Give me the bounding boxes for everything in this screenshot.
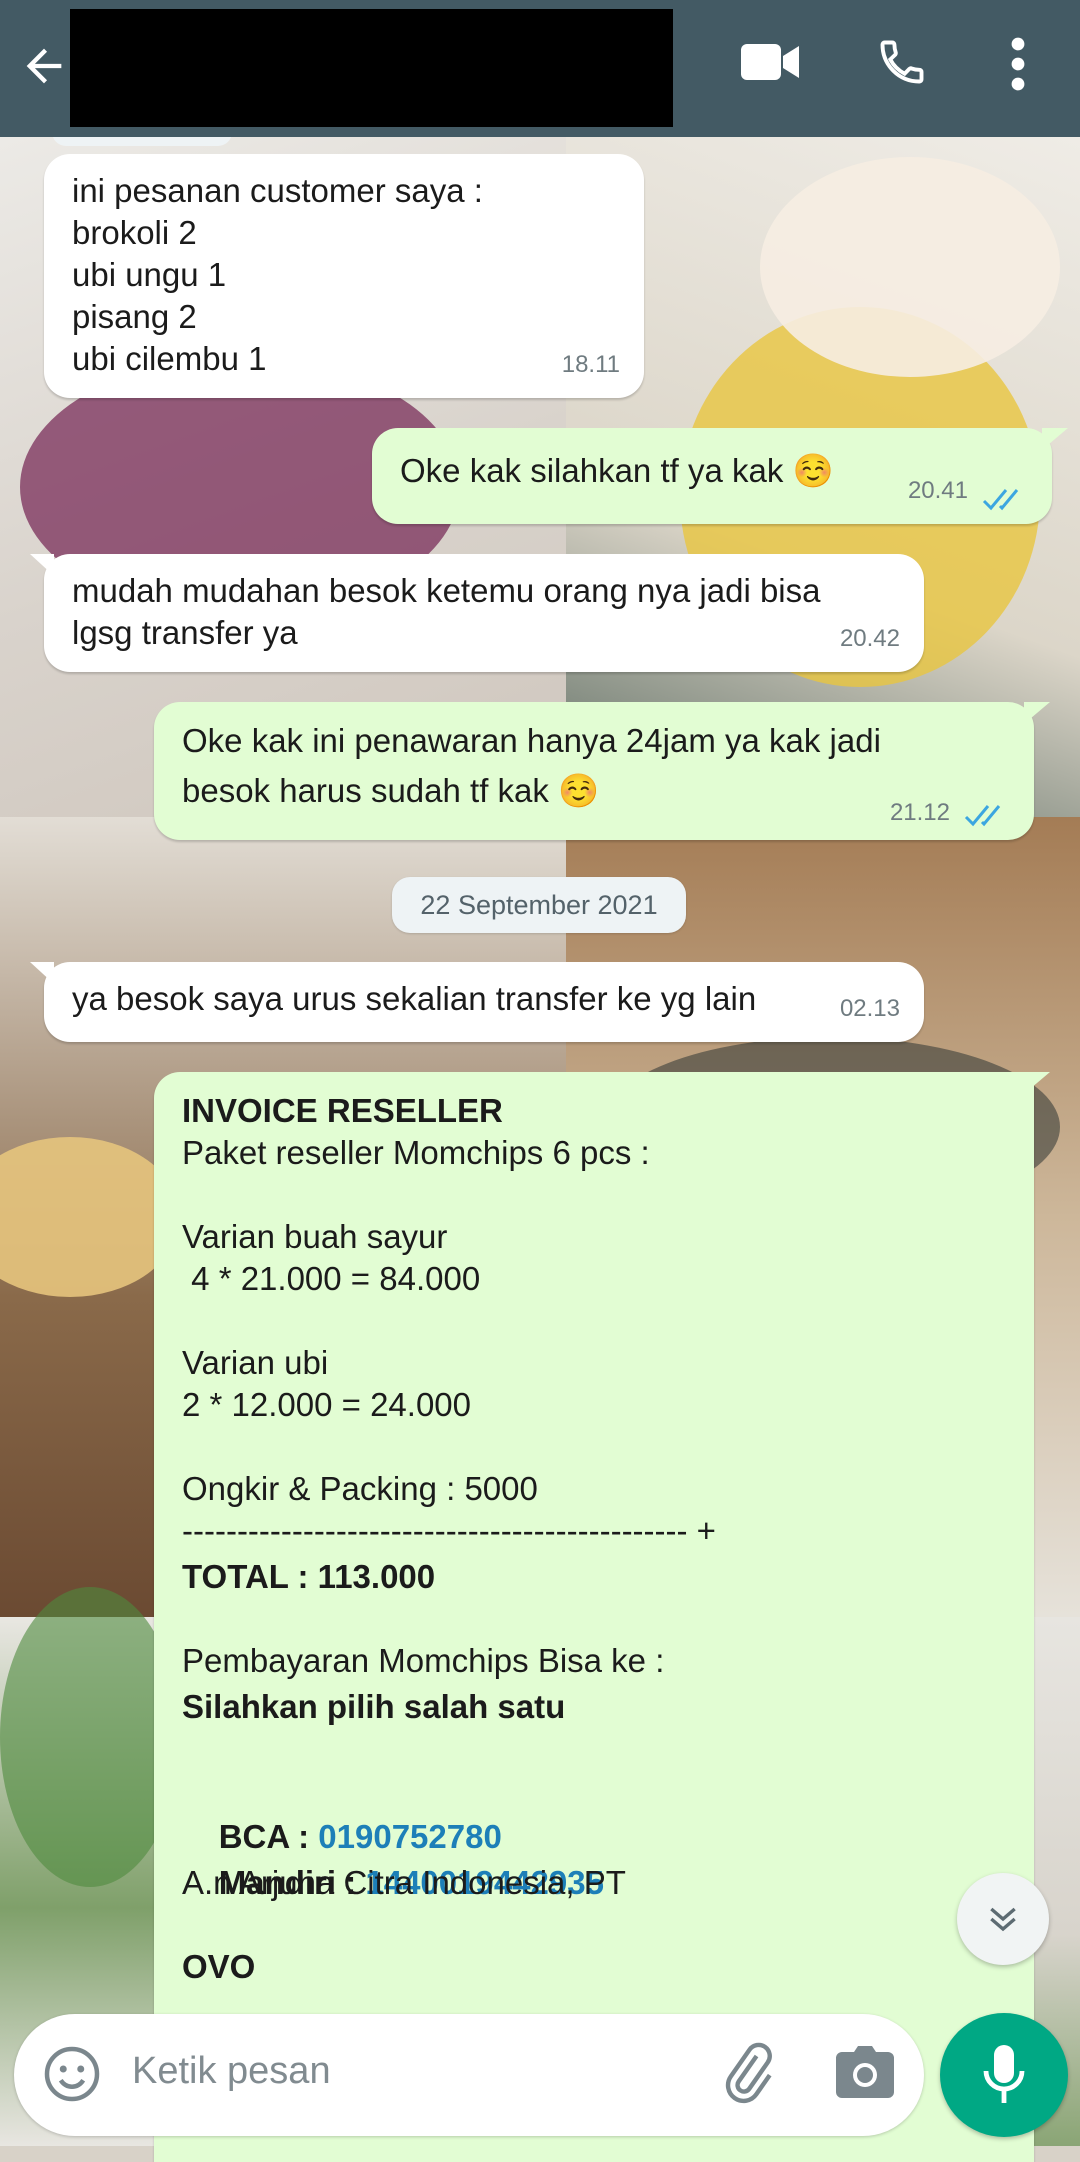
message-bubble-incoming[interactable]: ya besok saya urus sekalian transfer ke … — [30, 962, 924, 1042]
invoice-variant-label: Varian ubi — [182, 1344, 329, 1381]
bca-label: BCA : — [218, 1818, 319, 1855]
read-receipt-icon — [964, 805, 1001, 827]
invoice-message[interactable]: INVOICE RESELLER Paket reseller Momchips… — [154, 1072, 1050, 2162]
message-text: mudah mudahan besok ketemu orang nya jad… — [72, 572, 821, 651]
read-receipt-icon — [982, 489, 1019, 511]
invoice-choose: Silahkan pilih salah satu — [182, 1688, 566, 1725]
message-text: ya besok saya urus sekalian transfer ke … — [72, 980, 757, 1017]
invoice-payment-intro: Pembayaran Momchips Bisa ke : — [182, 1642, 665, 1679]
phone-icon[interactable] — [876, 34, 928, 90]
invoice-account-name: A.n Arjuna Citra Indonesia, PT — [182, 1864, 626, 1901]
invoice-variant-calc: 2 * 12.000 = 24.000 — [182, 1386, 472, 1423]
invoice-separator: ----------------------------------------… — [182, 1512, 716, 1549]
chat-header — [0, 0, 1080, 137]
microphone-icon — [983, 2045, 1025, 2103]
bca-number-link[interactable]: 0190752780 — [318, 1818, 502, 1855]
invoice-package: Paket reseller Momchips 6 pcs : — [182, 1134, 650, 1171]
message-bubble-incoming[interactable]: mudah mudahan besok ketemu orang nya jad… — [30, 554, 924, 672]
message-time: 21.12 — [889, 799, 950, 826]
message-time: 20.42 — [839, 625, 900, 652]
double-chevron-down-icon — [990, 1907, 1016, 1932]
message-time: 18.11 — [561, 351, 620, 378]
scroll-down-button[interactable] — [957, 1873, 1049, 1965]
invoice-bca: BCA : 0190752780 — [182, 1774, 1006, 1855]
invoice-ovo: OVO — [182, 1948, 256, 1985]
message-text: ini pesanan customer saya : brokoli 2 ub… — [72, 172, 483, 377]
invoice-variant-label: Varian buah sayur — [182, 1218, 448, 1255]
message-input[interactable]: Ketik pesan — [132, 2050, 331, 2093]
message-time: 02.13 — [839, 995, 900, 1022]
voice-message-button[interactable] — [940, 2013, 1068, 2137]
invoice-shipping: Ongkir & Packing : 5000 — [182, 1470, 538, 1507]
message-bubble-outgoing[interactable]: Oke kak ini penawaran hanya 24jam ya kak… — [154, 702, 1050, 840]
camera-icon[interactable] — [836, 2046, 894, 2100]
contact-name[interactable] — [70, 9, 673, 127]
arrow-left-icon[interactable] — [18, 40, 70, 92]
message-composer: Ketik pesan — [14, 2014, 924, 2136]
invoice-variant-calc: 4 * 21.000 = 84.000 — [182, 1260, 481, 1297]
message-text: Oke kak ini penawaran hanya 24jam ya kak… — [182, 722, 881, 809]
message-time: 20.41 — [907, 477, 968, 504]
paperclip-icon[interactable] — [714, 2040, 780, 2106]
message-bubble-incoming[interactable]: ini pesanan customer saya : brokoli 2 ub… — [44, 154, 644, 398]
invoice-total: TOTAL : 113.000 — [182, 1558, 436, 1595]
date-divider: 22 September 2021 — [392, 877, 686, 933]
invoice-title: INVOICE RESELLER — [182, 1092, 503, 1129]
message-bubble-outgoing[interactable]: Oke kak silahkan tf ya kak ☺️ 20.41 — [372, 428, 1068, 524]
video-camera-icon[interactable] — [741, 42, 799, 82]
more-vertical-icon[interactable] — [1004, 34, 1032, 94]
emoji-icon[interactable] — [42, 2044, 102, 2104]
